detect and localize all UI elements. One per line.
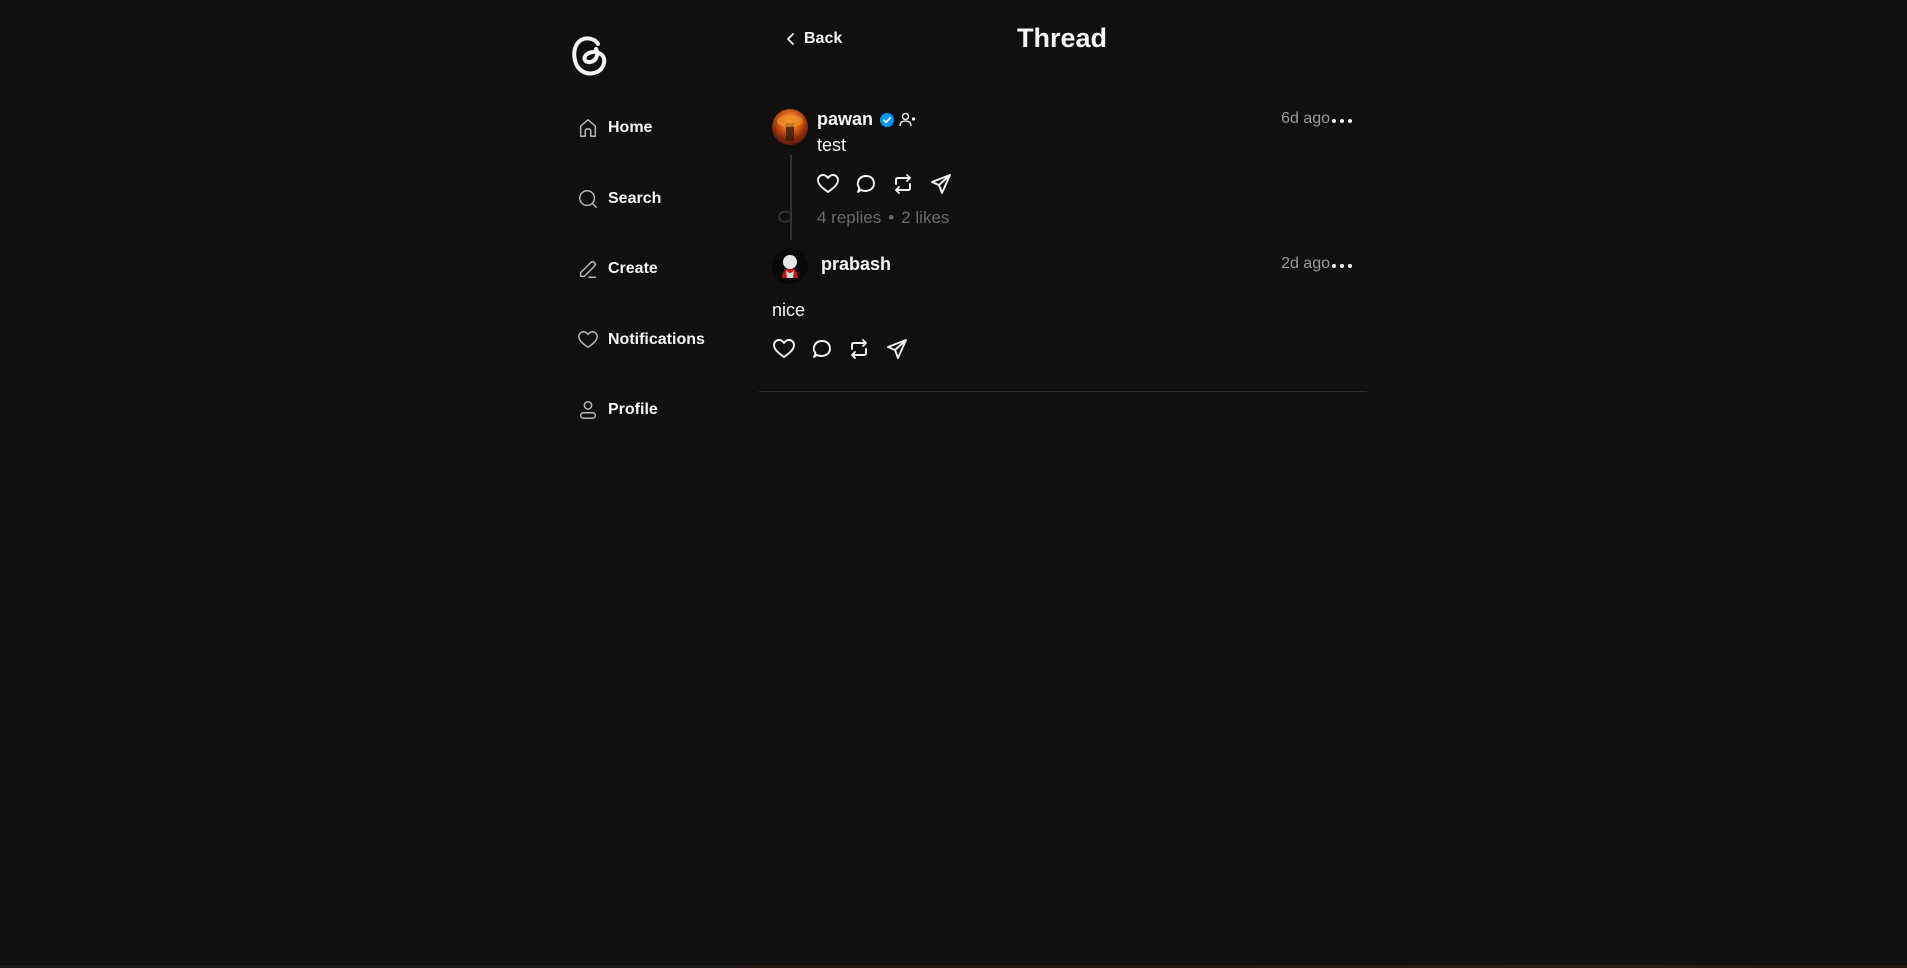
user-icon — [579, 401, 597, 419]
thread-loop-icon — [778, 210, 791, 223]
sidebar-item-label: Home — [608, 119, 653, 136]
reply-text: nice — [772, 300, 806, 320]
search-icon — [579, 189, 597, 208]
avatar-image-icon — [777, 115, 803, 141]
sidebar-item-notifications[interactable]: Notifications — [577, 322, 705, 358]
post-stats: 4 replies • 2 likes — [817, 208, 949, 228]
repost-icon[interactable] — [891, 172, 915, 196]
edit-icon — [579, 260, 597, 278]
reply-username[interactable]: prabash — [821, 254, 891, 275]
sidebar-item-profile[interactable]: Profile — [577, 392, 705, 428]
comment-icon[interactable] — [854, 172, 878, 196]
dot — [1332, 264, 1336, 268]
avatar[interactable] — [772, 248, 808, 284]
dot — [1332, 119, 1336, 123]
like-icon[interactable] — [772, 337, 796, 361]
reply-actions — [772, 337, 922, 361]
like-icon[interactable] — [816, 172, 840, 196]
home-icon — [579, 119, 597, 137]
dot — [1348, 264, 1352, 268]
avatar[interactable] — [772, 109, 808, 145]
more-options-button[interactable] — [1332, 262, 1352, 270]
verified-badge-icon — [880, 113, 894, 127]
repost-icon[interactable] — [847, 337, 871, 361]
avatar-image-icon — [782, 255, 798, 278]
more-options-button[interactable] — [1332, 117, 1352, 125]
post-username[interactable]: pawan — [817, 109, 873, 130]
reply-timestamp: 2d ago — [1281, 255, 1330, 272]
threads-logo-icon[interactable] — [568, 32, 610, 77]
chevron-left-icon — [787, 33, 794, 45]
sidebar-item-label: Notifications — [608, 330, 705, 348]
dot — [1340, 119, 1344, 123]
stats-separator: • — [888, 208, 895, 227]
sidebar-nav: Home Search Create Notifications Profile — [577, 110, 705, 463]
back-button[interactable]: Back — [786, 30, 842, 48]
reply-post: prabash 2d ago nice — [772, 248, 1352, 368]
share-icon[interactable] — [885, 337, 909, 361]
page-title: Thread — [1017, 23, 1108, 53]
dot — [1340, 264, 1344, 268]
sidebar-item-label: Search — [608, 189, 662, 207]
post-actions — [816, 172, 966, 196]
comment-icon[interactable] — [810, 337, 834, 361]
thread-divider — [759, 391, 1367, 392]
heart-icon — [578, 330, 598, 348]
replies-count[interactable]: 4 replies — [817, 208, 881, 227]
likes-count[interactable]: 2 likes — [901, 208, 949, 227]
post-timestamp: 6d ago — [1281, 110, 1330, 127]
thread-connector-line — [790, 155, 792, 240]
sidebar-item-label: Profile — [608, 401, 658, 418]
sidebar-item-label: Create — [608, 260, 658, 277]
main-post: pawan 6d ago test 4 replies • 2 likes — [772, 109, 1352, 240]
share-icon[interactable] — [929, 172, 953, 196]
back-label: Back — [804, 30, 843, 47]
post-text: test — [817, 135, 847, 155]
dot — [1348, 119, 1352, 123]
sidebar-item-create[interactable]: Create — [577, 251, 705, 287]
follow-user-icon[interactable] — [899, 112, 917, 128]
sidebar-item-home[interactable]: Home — [577, 110, 705, 146]
sidebar-item-search[interactable]: Search — [577, 181, 705, 217]
